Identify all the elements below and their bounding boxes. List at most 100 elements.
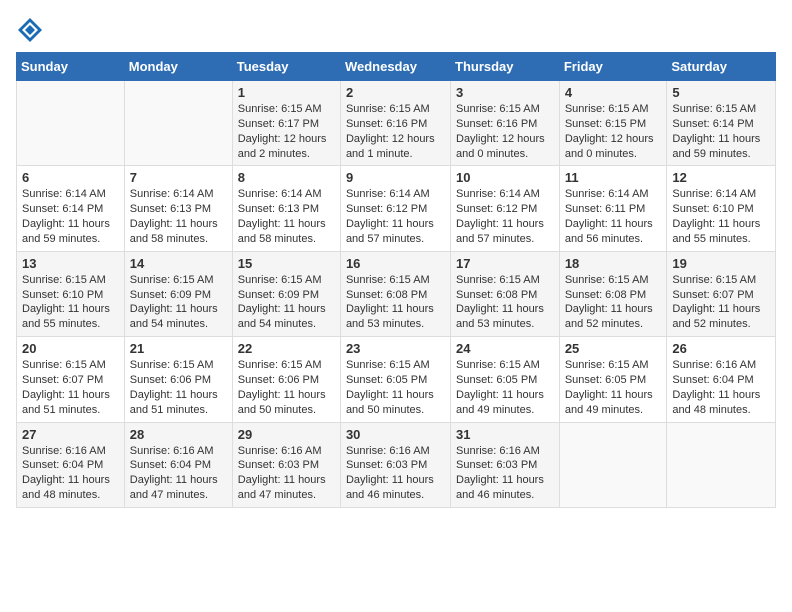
calendar-cell: 28Sunrise: 6:16 AMSunset: 6:04 PMDayligh… bbox=[124, 422, 232, 507]
day-number: 29 bbox=[238, 427, 335, 442]
day-number: 27 bbox=[22, 427, 119, 442]
cell-detail: and 54 minutes. bbox=[130, 317, 227, 332]
cell-detail: Daylight: 12 hours bbox=[238, 132, 335, 147]
cell-detail: Daylight: 11 hours bbox=[346, 302, 445, 317]
cell-detail: Sunset: 6:08 PM bbox=[565, 288, 662, 303]
cell-detail: Sunrise: 6:14 AM bbox=[238, 187, 335, 202]
cell-detail: Daylight: 11 hours bbox=[130, 302, 227, 317]
cell-detail: Daylight: 11 hours bbox=[346, 388, 445, 403]
calendar-cell: 1Sunrise: 6:15 AMSunset: 6:17 PMDaylight… bbox=[232, 81, 340, 166]
cell-detail: Daylight: 11 hours bbox=[672, 302, 770, 317]
cell-detail: Sunrise: 6:16 AM bbox=[346, 444, 445, 459]
cell-detail: Sunset: 6:12 PM bbox=[346, 202, 445, 217]
cell-detail: Sunrise: 6:15 AM bbox=[130, 273, 227, 288]
cell-detail: Sunset: 6:14 PM bbox=[22, 202, 119, 217]
calendar-cell: 7Sunrise: 6:14 AMSunset: 6:13 PMDaylight… bbox=[124, 166, 232, 251]
weekday-header-sunday: Sunday bbox=[17, 53, 125, 81]
day-number: 17 bbox=[456, 256, 554, 271]
cell-detail: Sunset: 6:04 PM bbox=[22, 458, 119, 473]
cell-detail: Daylight: 12 hours bbox=[346, 132, 445, 147]
cell-detail: Sunset: 6:10 PM bbox=[22, 288, 119, 303]
calendar-cell: 31Sunrise: 6:16 AMSunset: 6:03 PMDayligh… bbox=[451, 422, 560, 507]
cell-detail: Daylight: 11 hours bbox=[238, 388, 335, 403]
calendar-week-3: 13Sunrise: 6:15 AMSunset: 6:10 PMDayligh… bbox=[17, 251, 776, 336]
cell-detail: and 0 minutes. bbox=[565, 147, 662, 162]
cell-detail: and 53 minutes. bbox=[456, 317, 554, 332]
cell-detail: Sunset: 6:09 PM bbox=[238, 288, 335, 303]
cell-detail: Daylight: 11 hours bbox=[456, 473, 554, 488]
calendar-week-1: 1Sunrise: 6:15 AMSunset: 6:17 PMDaylight… bbox=[17, 81, 776, 166]
day-number: 9 bbox=[346, 170, 445, 185]
cell-detail: and 55 minutes. bbox=[672, 232, 770, 247]
day-number: 20 bbox=[22, 341, 119, 356]
cell-detail: Sunset: 6:15 PM bbox=[565, 117, 662, 132]
calendar-cell: 11Sunrise: 6:14 AMSunset: 6:11 PMDayligh… bbox=[559, 166, 667, 251]
cell-detail: and 1 minute. bbox=[346, 147, 445, 162]
day-number: 30 bbox=[346, 427, 445, 442]
cell-detail: Sunset: 6:03 PM bbox=[238, 458, 335, 473]
cell-detail: and 59 minutes. bbox=[22, 232, 119, 247]
calendar-cell: 19Sunrise: 6:15 AMSunset: 6:07 PMDayligh… bbox=[667, 251, 776, 336]
cell-detail: Sunrise: 6:15 AM bbox=[456, 273, 554, 288]
calendar-cell: 4Sunrise: 6:15 AMSunset: 6:15 PMDaylight… bbox=[559, 81, 667, 166]
cell-detail: and 49 minutes. bbox=[565, 403, 662, 418]
weekday-header-friday: Friday bbox=[559, 53, 667, 81]
day-number: 8 bbox=[238, 170, 335, 185]
calendar-cell: 17Sunrise: 6:15 AMSunset: 6:08 PMDayligh… bbox=[451, 251, 560, 336]
calendar-cell: 18Sunrise: 6:15 AMSunset: 6:08 PMDayligh… bbox=[559, 251, 667, 336]
cell-detail: and 46 minutes. bbox=[456, 488, 554, 503]
day-number: 21 bbox=[130, 341, 227, 356]
cell-detail: Sunset: 6:07 PM bbox=[672, 288, 770, 303]
cell-detail: and 50 minutes. bbox=[346, 403, 445, 418]
calendar-cell: 21Sunrise: 6:15 AMSunset: 6:06 PMDayligh… bbox=[124, 337, 232, 422]
cell-detail: Sunrise: 6:15 AM bbox=[346, 273, 445, 288]
cell-detail: Sunrise: 6:14 AM bbox=[22, 187, 119, 202]
cell-detail: and 51 minutes. bbox=[130, 403, 227, 418]
cell-detail: Sunrise: 6:14 AM bbox=[346, 187, 445, 202]
cell-detail: Daylight: 11 hours bbox=[346, 217, 445, 232]
day-number: 4 bbox=[565, 85, 662, 100]
cell-detail: Sunrise: 6:14 AM bbox=[672, 187, 770, 202]
cell-detail: Sunset: 6:04 PM bbox=[130, 458, 227, 473]
cell-detail: Sunset: 6:03 PM bbox=[346, 458, 445, 473]
cell-detail: Sunset: 6:16 PM bbox=[456, 117, 554, 132]
cell-detail: Sunrise: 6:15 AM bbox=[22, 273, 119, 288]
day-number: 18 bbox=[565, 256, 662, 271]
calendar-week-2: 6Sunrise: 6:14 AMSunset: 6:14 PMDaylight… bbox=[17, 166, 776, 251]
cell-detail: Sunset: 6:09 PM bbox=[130, 288, 227, 303]
day-number: 2 bbox=[346, 85, 445, 100]
cell-detail: Sunset: 6:08 PM bbox=[456, 288, 554, 303]
day-number: 12 bbox=[672, 170, 770, 185]
calendar-cell: 14Sunrise: 6:15 AMSunset: 6:09 PMDayligh… bbox=[124, 251, 232, 336]
calendar-cell: 8Sunrise: 6:14 AMSunset: 6:13 PMDaylight… bbox=[232, 166, 340, 251]
cell-detail: Daylight: 11 hours bbox=[672, 132, 770, 147]
cell-detail: and 46 minutes. bbox=[346, 488, 445, 503]
cell-detail: and 47 minutes. bbox=[238, 488, 335, 503]
cell-detail: Sunrise: 6:15 AM bbox=[456, 358, 554, 373]
calendar-cell: 29Sunrise: 6:16 AMSunset: 6:03 PMDayligh… bbox=[232, 422, 340, 507]
cell-detail: Sunset: 6:07 PM bbox=[22, 373, 119, 388]
cell-detail: Sunrise: 6:16 AM bbox=[456, 444, 554, 459]
calendar-cell: 9 Sunrise: 6:14 AMSunset: 6:12 PMDaylight… bbox=[340, 166, 450, 251]
logo-icon bbox=[16, 16, 44, 44]
cell-detail: and 48 minutes. bbox=[672, 403, 770, 418]
calendar-cell: 6Sunrise: 6:14 AMSunset: 6:14 PMDaylight… bbox=[17, 166, 125, 251]
cell-detail: Daylight: 11 hours bbox=[672, 217, 770, 232]
cell-detail: and 47 minutes. bbox=[130, 488, 227, 503]
calendar-table: SundayMondayTuesdayWednesdayThursdayFrid… bbox=[16, 52, 776, 508]
logo bbox=[16, 16, 46, 44]
weekday-header-thursday: Thursday bbox=[451, 53, 560, 81]
calendar-cell: 15Sunrise: 6:15 AMSunset: 6:09 PMDayligh… bbox=[232, 251, 340, 336]
cell-detail: Sunset: 6:10 PM bbox=[672, 202, 770, 217]
weekday-header-wednesday: Wednesday bbox=[340, 53, 450, 81]
cell-detail: and 52 minutes. bbox=[565, 317, 662, 332]
cell-detail: Sunrise: 6:15 AM bbox=[238, 273, 335, 288]
calendar-cell: 30Sunrise: 6:16 AMSunset: 6:03 PMDayligh… bbox=[340, 422, 450, 507]
cell-detail: Sunset: 6:13 PM bbox=[238, 202, 335, 217]
cell-detail: Sunset: 6:04 PM bbox=[672, 373, 770, 388]
calendar-cell: 26Sunrise: 6:16 AMSunset: 6:04 PMDayligh… bbox=[667, 337, 776, 422]
day-number: 15 bbox=[238, 256, 335, 271]
calendar-cell: 10Sunrise: 6:14 AMSunset: 6:12 PMDayligh… bbox=[451, 166, 560, 251]
day-number: 23 bbox=[346, 341, 445, 356]
cell-detail: Daylight: 11 hours bbox=[456, 217, 554, 232]
